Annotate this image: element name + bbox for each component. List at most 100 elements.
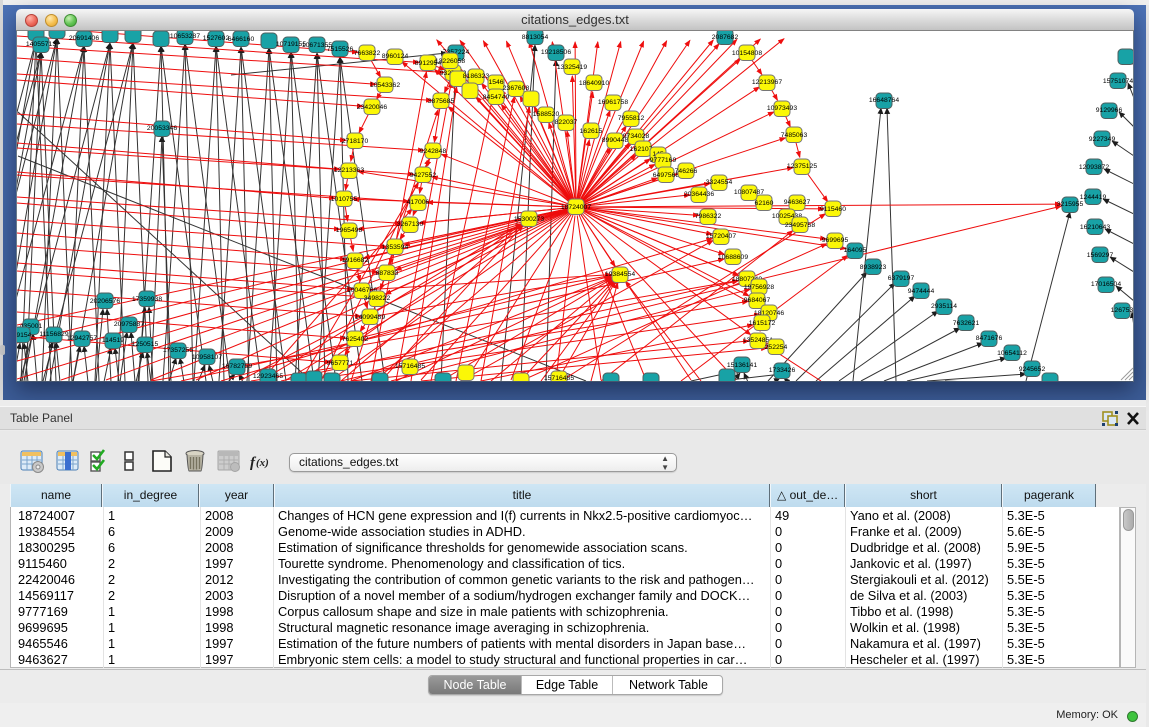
- svg-text:15300273: 15300273: [514, 216, 544, 223]
- svg-text:16648764: 16648764: [869, 97, 899, 104]
- svg-text:15136141: 15136141: [727, 362, 757, 369]
- svg-text:746266: 746266: [675, 168, 698, 175]
- svg-text:19756928: 19756928: [744, 284, 774, 291]
- svg-text:2718170: 2718170: [342, 138, 369, 145]
- svg-text:9474444: 9474444: [908, 288, 935, 295]
- svg-text:8454749: 8454749: [483, 94, 510, 101]
- svg-text:822037: 822037: [555, 119, 578, 126]
- svg-text:9245652: 9245652: [1019, 366, 1046, 373]
- svg-text:13325419: 13325419: [557, 64, 587, 71]
- svg-text:1588520: 1588520: [533, 111, 560, 118]
- svg-text:1965498: 1965498: [336, 227, 363, 234]
- svg-text:10543362: 10543362: [370, 82, 400, 89]
- svg-text:7663822: 7663822: [354, 50, 381, 57]
- svg-text:9699695: 9699695: [822, 237, 849, 244]
- svg-text:8938923: 8938923: [860, 264, 887, 271]
- svg-text:15751074: 15751074: [1103, 78, 1133, 85]
- svg-text:20691406: 20691406: [69, 35, 99, 42]
- svg-text:15720407: 15720407: [706, 233, 736, 240]
- svg-text:10807487: 10807487: [734, 189, 764, 196]
- svg-text:6466160: 6466160: [228, 36, 255, 43]
- svg-text:114519: 114519: [102, 337, 124, 344]
- svg-text:8813054: 8813054: [522, 34, 549, 41]
- svg-text:12213967: 12213967: [752, 79, 782, 86]
- svg-text:1244419: 1244419: [1080, 194, 1107, 201]
- svg-text:1546: 1546: [488, 79, 503, 86]
- svg-text:11156829: 11156829: [39, 331, 68, 338]
- svg-text:8960124: 8960124: [382, 53, 409, 60]
- svg-text:7625402: 7625402: [342, 336, 369, 343]
- svg-text:10653287: 10653287: [170, 33, 200, 40]
- svg-text:9115460: 9115460: [820, 206, 846, 213]
- svg-text:14055713: 14055713: [26, 41, 56, 48]
- svg-text:17357255: 17357255: [163, 347, 193, 354]
- svg-text:(x): (x): [256, 457, 269, 469]
- svg-text:9227349: 9227349: [1089, 136, 1116, 143]
- svg-text:7632621: 7632621: [953, 320, 980, 327]
- svg-text:2087682: 2087682: [712, 34, 739, 41]
- svg-text:3875685: 3875685: [428, 98, 455, 105]
- svg-text:20053346: 20053346: [147, 125, 177, 132]
- svg-text:3215955: 3215955: [1057, 201, 1084, 208]
- svg-text:3498222: 3498222: [364, 295, 391, 302]
- svg-text:12213363: 12213363: [334, 167, 364, 174]
- svg-text:13226058: 13226058: [435, 58, 465, 65]
- svg-text:20364436: 20364436: [684, 191, 714, 198]
- svg-text:7955812: 7955812: [618, 115, 645, 122]
- svg-text:12093872: 12093872: [1079, 164, 1109, 171]
- svg-text:887833: 887833: [376, 270, 399, 277]
- svg-text:18640910: 18640910: [579, 80, 609, 87]
- svg-text:16210643: 16210643: [1080, 224, 1110, 231]
- svg-text:9657771: 9657771: [327, 360, 354, 367]
- svg-text:8471676: 8471676: [976, 335, 1003, 342]
- svg-text:9463627: 9463627: [784, 199, 811, 206]
- svg-text:14099489: 14099489: [355, 314, 385, 321]
- svg-text:9734028: 9734028: [623, 133, 650, 140]
- svg-text:9684067: 9684067: [744, 297, 771, 304]
- svg-text:10654112: 10654112: [997, 350, 1027, 357]
- svg-text:7485063: 7485063: [781, 132, 808, 139]
- svg-text:12923465: 12923465: [253, 373, 283, 380]
- svg-text:1916682: 1916682: [342, 257, 369, 264]
- svg-text:23495758: 23495758: [785, 222, 815, 229]
- svg-text:9129966: 9129966: [1096, 107, 1123, 114]
- svg-text:18724007: 18724007: [561, 204, 591, 211]
- svg-text:1733426: 1733426: [769, 367, 796, 374]
- svg-text:15716485: 15716485: [544, 375, 574, 382]
- svg-text:417006: 417006: [407, 199, 430, 206]
- svg-text:1527602: 1527602: [203, 35, 230, 42]
- svg-text:164095: 164095: [844, 247, 867, 254]
- svg-text:17016504: 17016504: [1091, 281, 1121, 288]
- svg-text:39154: 39154: [17, 332, 32, 339]
- svg-text:17359938: 17359938: [132, 296, 162, 303]
- svg-text:8186323: 8186323: [463, 73, 490, 80]
- svg-text:2935114: 2935114: [931, 303, 957, 310]
- svg-text:1615172: 1615172: [749, 320, 776, 327]
- svg-text:3324554: 3324554: [706, 179, 733, 186]
- svg-text:10973493: 10973493: [767, 105, 797, 112]
- svg-text:23420046: 23420046: [357, 104, 387, 111]
- svg-text:12942757: 12942757: [67, 335, 97, 342]
- svg-text:3267130: 3267130: [397, 221, 424, 228]
- svg-text:62160: 62160: [755, 200, 774, 207]
- svg-text:19384554: 19384554: [605, 271, 635, 278]
- svg-text:1250515: 1250515: [132, 341, 159, 348]
- svg-text:162615: 162615: [580, 128, 603, 135]
- svg-text:10154808: 10154808: [732, 50, 762, 57]
- svg-text:1569297: 1569297: [1087, 252, 1114, 259]
- svg-text:7515526: 7515526: [327, 46, 354, 53]
- svg-text:9242848: 9242848: [420, 148, 447, 155]
- svg-text:10958107: 10958107: [192, 354, 222, 361]
- svg-text:19218506: 19218506: [541, 49, 571, 56]
- svg-text:1010755: 1010755: [331, 196, 358, 203]
- svg-text:9777169: 9777169: [650, 157, 677, 164]
- svg-text:16961758: 16961758: [598, 99, 628, 106]
- svg-text:20206576: 20206576: [90, 298, 120, 305]
- svg-text:7986322: 7986322: [695, 213, 722, 220]
- svg-text:1353594: 1353594: [382, 244, 409, 251]
- svg-text:16782759: 16782759: [222, 363, 252, 370]
- svg-text:9427552: 9427552: [410, 172, 437, 179]
- svg-text:12375125: 12375125: [787, 163, 817, 170]
- svg-text:10688609: 10688609: [718, 254, 748, 261]
- svg-text:252254: 252254: [765, 344, 788, 351]
